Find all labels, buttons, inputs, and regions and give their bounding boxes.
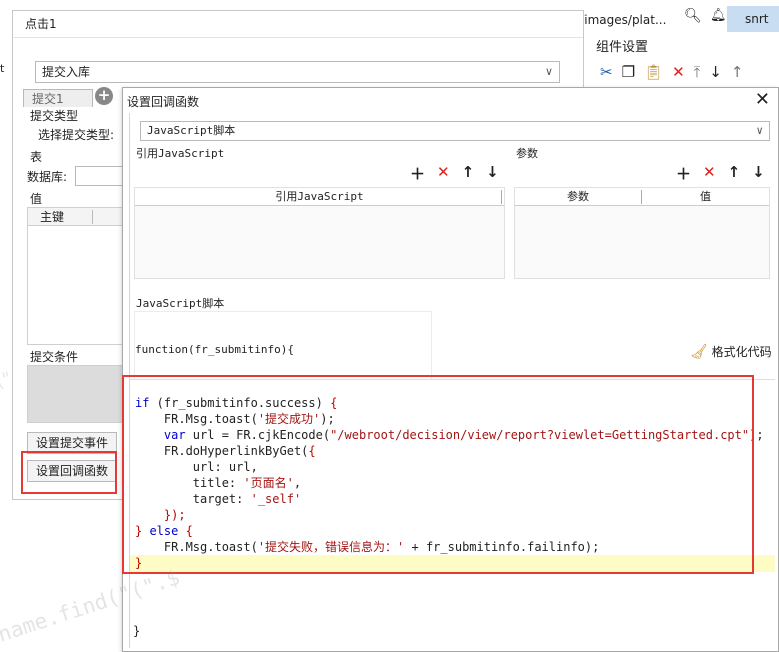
- arrow-down-icon[interactable]: ↓: [752, 163, 765, 184]
- callback-button-highlight: [21, 451, 117, 494]
- chevron-down-icon: ∨: [544, 65, 553, 78]
- tab-submit1[interactable]: 提交1: [23, 89, 93, 107]
- delete-icon[interactable]: ✕: [437, 163, 450, 184]
- params-table-header: 参数 值: [515, 188, 769, 206]
- add-tab-icon[interactable]: +: [95, 87, 113, 105]
- arrow-down-icon[interactable]: ↓: [486, 163, 499, 184]
- ref-js-toolbar: ＋ ✕ ↑ ↓: [410, 163, 499, 184]
- search-icon[interactable]: 🔍︎: [684, 8, 702, 24]
- select-submit-type-label: 选择提交类型:: [38, 128, 115, 142]
- column-separator: [501, 190, 502, 204]
- params-table[interactable]: 参数 值: [514, 187, 770, 279]
- submit-type-label: 提交类型: [30, 109, 79, 123]
- divider: [13, 37, 583, 38]
- component-settings-title: 组件设置: [596, 40, 649, 55]
- component-toolbar: ✂ ❐ 📋︎ ✕ ⤒ ↓ ↑: [600, 63, 743, 81]
- add-icon[interactable]: ＋: [676, 163, 691, 184]
- ref-js-column-header: 引用JavaScript: [135, 188, 504, 206]
- paste-icon[interactable]: 📋︎: [644, 63, 663, 81]
- format-code-label: 格式化代码: [711, 345, 772, 359]
- param-column-header: 参数: [567, 190, 589, 203]
- format-code-button[interactable]: 🧹︎ 格式化代码: [690, 343, 772, 360]
- submit-mode-value: 提交入库: [42, 65, 91, 79]
- move-up-icon[interactable]: ↑: [731, 63, 744, 81]
- column-separator: [92, 210, 93, 224]
- chevron-down-icon: ∨: [756, 124, 763, 137]
- key-value-table: 主键: [27, 207, 125, 345]
- move-top-icon[interactable]: ⤒: [694, 63, 701, 81]
- cut-icon[interactable]: ✂: [600, 63, 613, 81]
- arrow-up-icon[interactable]: ↑: [462, 163, 475, 184]
- submit-condition-label: 提交条件: [30, 350, 79, 364]
- user-badge[interactable]: snrt: [727, 6, 779, 32]
- bell-icon[interactable]: 🔔︎: [710, 8, 727, 23]
- value-label: 值: [30, 192, 43, 206]
- close-icon[interactable]: ✕: [755, 89, 770, 110]
- params-toolbar: ＋ ✕ ↑ ↓: [676, 163, 765, 184]
- delete-icon[interactable]: ✕: [703, 163, 716, 184]
- dialog-title: 设置回调函数: [127, 95, 200, 109]
- params-label: 参数: [516, 147, 538, 160]
- key-column-header: 主键: [28, 208, 124, 226]
- code-highlight: [122, 375, 754, 574]
- database-label: 数据库:: [27, 170, 68, 184]
- submit-condition-box[interactable]: [27, 365, 125, 423]
- script-type-select[interactable]: JavaScript脚本 ∨: [140, 121, 770, 141]
- script-type-value: JavaScript脚本: [147, 124, 236, 137]
- delete-icon[interactable]: ✕: [672, 63, 685, 81]
- arrow-up-icon[interactable]: ↑: [728, 163, 741, 184]
- dialog-title: 点击1: [25, 17, 57, 31]
- table-label: 表: [30, 150, 43, 164]
- function-closing-brace: }: [133, 624, 141, 638]
- value-column-header: 值: [700, 190, 711, 203]
- js-script-label: JavaScript脚本: [136, 297, 225, 310]
- broom-icon: 🧹︎: [690, 344, 708, 360]
- submit-mode-select[interactable]: 提交入库 ∨: [35, 61, 560, 83]
- move-down-icon[interactable]: ↓: [709, 63, 722, 81]
- ref-js-table[interactable]: 引用JavaScript: [134, 187, 505, 279]
- copy-icon[interactable]: ❐: [622, 63, 635, 81]
- left-edge-text: t: [0, 62, 5, 75]
- ref-js-label: 引用JavaScript: [136, 147, 225, 160]
- add-icon[interactable]: ＋: [410, 163, 425, 184]
- function-signature: function(fr_submitinfo){: [135, 343, 294, 356]
